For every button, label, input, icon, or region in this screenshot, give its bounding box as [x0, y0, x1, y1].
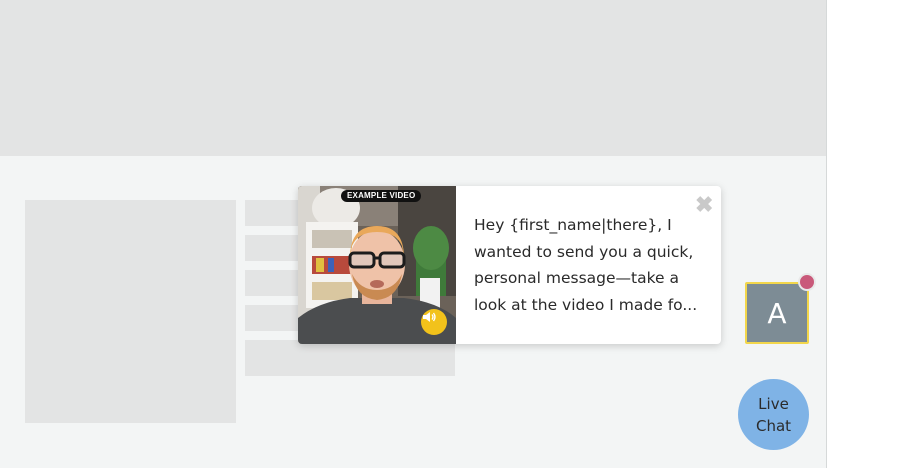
live-chat-button[interactable]: Live Chat — [738, 379, 809, 450]
agent-avatar-button[interactable]: A — [745, 282, 809, 344]
notification-dot — [798, 273, 816, 291]
page: EXAMPLE VIDEO Hey {first_name|there}, I … — [0, 0, 906, 468]
text-placeholder-line — [245, 270, 305, 296]
image-placeholder — [25, 200, 236, 423]
text-placeholder-line — [245, 305, 305, 331]
text-placeholder-line — [245, 235, 305, 261]
unmute-button[interactable] — [421, 309, 447, 335]
live-chat-label-line1: Live — [758, 394, 789, 413]
popup-message-text[interactable]: Hey {first_name|there}, I wanted to send… — [474, 212, 706, 318]
text-placeholder-block — [245, 340, 455, 376]
video-thumbnail[interactable]: EXAMPLE VIDEO — [298, 186, 456, 344]
avatar-letter: A — [767, 296, 787, 330]
text-placeholder-line — [245, 200, 305, 226]
close-icon[interactable]: ✖ — [695, 194, 713, 216]
hero-placeholder — [0, 0, 826, 156]
speaker-icon — [423, 312, 436, 322]
example-video-badge: EXAMPLE VIDEO — [341, 190, 422, 202]
live-chat-label-line2: Chat — [755, 416, 792, 435]
video-message-popup[interactable]: EXAMPLE VIDEO Hey {first_name|there}, I … — [298, 186, 721, 344]
